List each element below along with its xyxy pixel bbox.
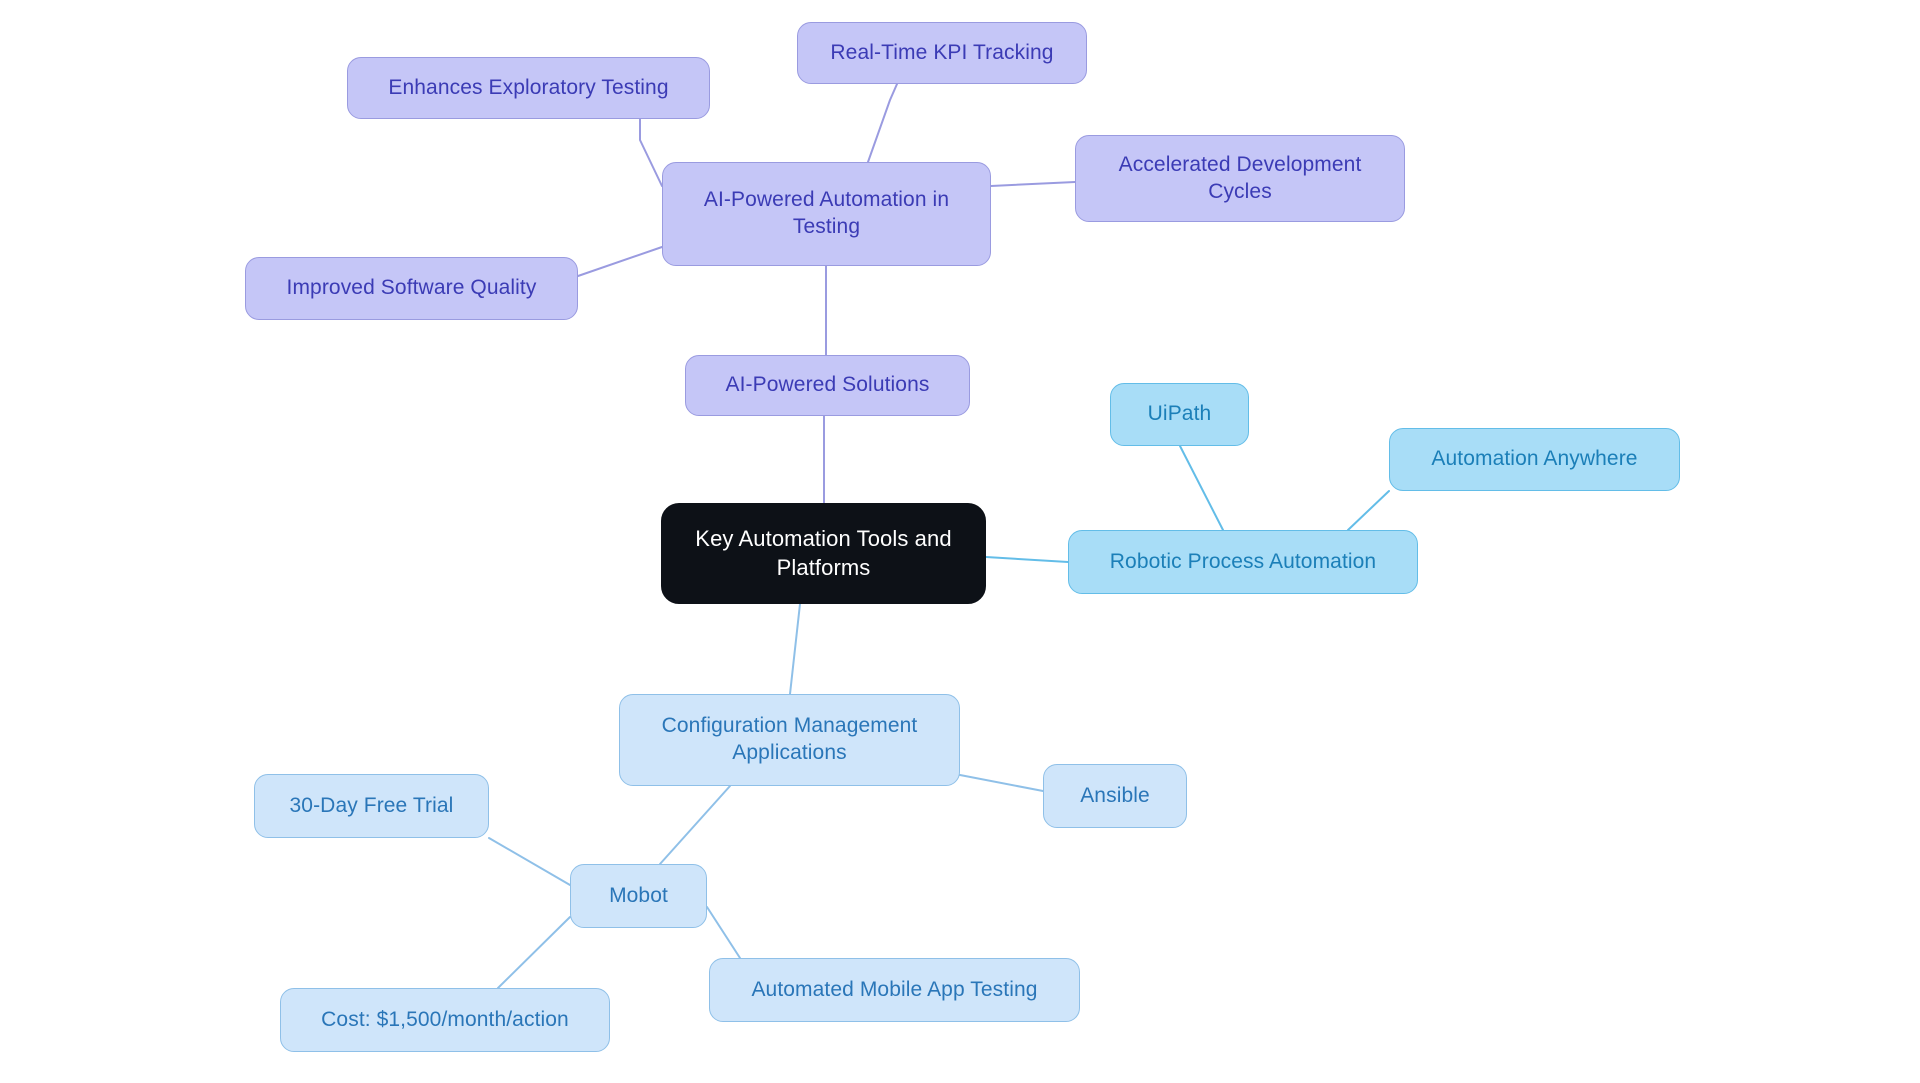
edge-root-to-configuration-management	[789, 603, 801, 695]
node-automated-mobile-app-testing-label: Automated Mobile App Testing	[751, 977, 1038, 1001]
edge-root-to-robotic-process-automation	[985, 556, 1069, 563]
node-real-time-kpi-tracking-label: Real-Time KPI Tracking	[830, 40, 1054, 64]
node-ai-powered-solutions-label: AI-Powered Solutions	[725, 373, 930, 397]
node-automated-mobile-app-testing[interactable]: Automated Mobile App Testing	[709, 958, 1080, 1022]
node-ai-powered-solutions[interactable]: AI-Powered Solutions	[685, 355, 970, 416]
edge-mobot-to-30-day-free-trial	[488, 837, 571, 886]
node-ansible[interactable]: Ansible	[1043, 764, 1187, 828]
node-30-day-free-trial[interactable]: 30-Day Free Trial	[254, 774, 489, 838]
node-robotic-process-automation[interactable]: Robotic Process Automation	[1068, 530, 1418, 594]
node-configuration-management-applications-label: Configuration Management Applications	[661, 714, 918, 764]
edge-ai-testing-to-accelerated-development-cycles	[990, 181, 1076, 187]
edge-ai-testing-to-enhances-exploratory-testing	[639, 118, 663, 187]
node-accelerated-development-cycles-label: Accelerated Development Cycles	[1118, 152, 1362, 203]
node-cost-1500-month-action-label: Cost: $1,500/month/action	[321, 1007, 569, 1031]
mindmap-canvas: Key Automation Tools and Platforms AI-Pow…	[0, 0, 1920, 1083]
edge-configuration-management-to-mobot	[659, 785, 731, 865]
edge-robotic-process-automation-to-automation-anywhere	[1347, 490, 1390, 531]
node-automation-anywhere-label: Automation Anywhere	[1431, 447, 1638, 471]
node-mobot-label: Mobot	[609, 883, 668, 907]
node-ai-powered-automation-in-testing-label: AI-Powered Automation in Testing	[703, 188, 950, 238]
node-uipath[interactable]: UiPath	[1110, 383, 1249, 446]
node-configuration-management-applications[interactable]: Configuration Management Applications	[619, 694, 960, 786]
node-key-automation-tools-and-platforms[interactable]: Key Automation Tools and Platforms	[661, 503, 986, 604]
node-enhances-exploratory-testing[interactable]: Enhances Exploratory Testing	[347, 57, 710, 119]
node-accelerated-development-cycles[interactable]: Accelerated Development Cycles	[1075, 135, 1405, 222]
edge-ai-testing-to-improved-software-quality	[577, 246, 663, 277]
node-ai-powered-automation-in-testing[interactable]: AI-Powered Automation in Testing	[662, 162, 991, 266]
edge-robotic-process-automation-to-uipath	[1179, 445, 1224, 531]
node-improved-software-quality[interactable]: Improved Software Quality	[245, 257, 578, 320]
node-real-time-kpi-tracking[interactable]: Real-Time KPI Tracking	[797, 22, 1087, 84]
node-robotic-process-automation-label: Robotic Process Automation	[1109, 549, 1377, 573]
edge-mobot-to-cost	[497, 916, 571, 989]
edge-mobot-to-automated-mobile-app-testing	[706, 906, 741, 959]
node-automation-anywhere[interactable]: Automation Anywhere	[1389, 428, 1680, 491]
node-mobot[interactable]: Mobot	[570, 864, 707, 928]
node-key-automation-tools-and-platforms-label: Key Automation Tools and Platforms	[695, 526, 952, 580]
node-uipath-label: UiPath	[1147, 402, 1212, 426]
edge-configuration-management-to-ansible	[959, 774, 1044, 792]
node-enhances-exploratory-testing-label: Enhances Exploratory Testing	[388, 75, 669, 99]
node-improved-software-quality-label: Improved Software Quality	[286, 276, 537, 300]
node-30-day-free-trial-label: 30-Day Free Trial	[289, 793, 454, 817]
edge-ai-testing-to-real-time-kpi-tracking	[867, 83, 898, 163]
node-ansible-label: Ansible	[1080, 783, 1150, 807]
node-cost-1500-month-action[interactable]: Cost: $1,500/month/action	[280, 988, 610, 1052]
